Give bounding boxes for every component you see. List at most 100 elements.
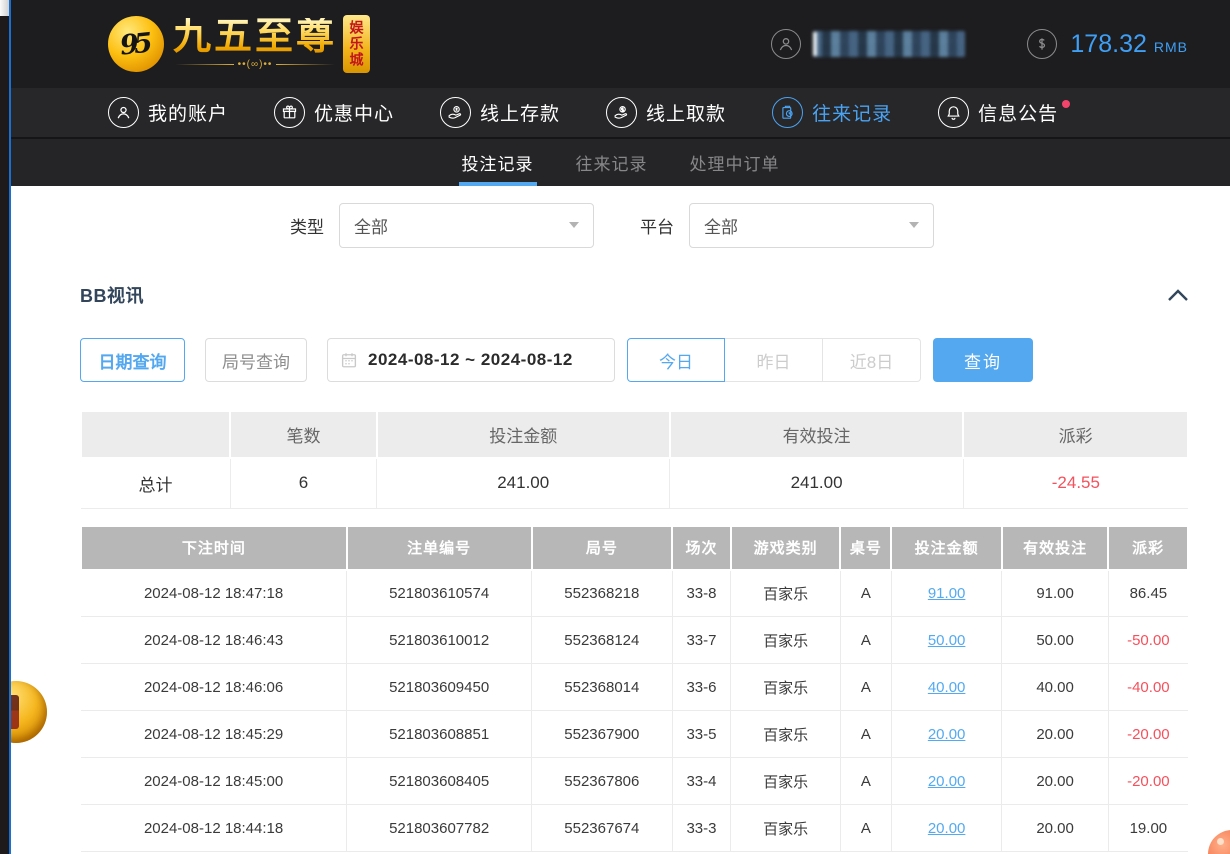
summary-total-row: 总计6241.00241.00-24.55 [81,458,1188,508]
round-query-button[interactable]: 局号查询 [205,338,307,382]
summary-header-cell: 派彩 [963,412,1188,458]
bet-amount-link[interactable]: 20.00 [891,758,1002,805]
table-cell: 552368218 [532,570,673,617]
records-icon [772,97,803,128]
balance[interactable]: 178.32 RMB [1027,29,1188,59]
table-cell: 33-7 [672,617,731,664]
table-cell: A [840,805,891,852]
table-cell: 百家乐 [731,617,841,664]
bell-icon [938,97,969,128]
summary-row-label: 总计 [81,458,230,508]
bet-header-cell: 注单编号 [347,527,532,570]
table-cell: 33-3 [672,805,731,852]
top-header: 95 九五至尊 ••(∞)•• 娱乐城 178.32 RM [11,0,1230,88]
table-row: 2024-08-12 18:45:29521803608851552367900… [81,711,1188,758]
table-cell: 521803608405 [347,758,532,805]
bet-table-body: 2024-08-12 18:47:18521803610574552368218… [81,570,1188,852]
bet-header-cell: 局号 [532,527,673,570]
chevron-up-icon[interactable] [1167,288,1189,302]
tab-bet-records[interactable]: 投注记录 [462,139,534,186]
gift-icon [274,97,305,128]
tab-transaction-records[interactable]: 往来记录 [576,139,648,186]
bet-header-cell: 下注时间 [81,527,347,570]
table-cell: 50.00 [1002,617,1108,664]
table-cell: 521803610574 [347,570,532,617]
table-cell: 百家乐 [731,570,841,617]
table-cell: 2024-08-12 18:44:18 [81,805,347,852]
caret-down-icon [569,222,579,228]
table-cell: 20.00 [1002,805,1108,852]
balance-amount: 178.32 [1070,30,1146,59]
quick-today-button[interactable]: 今日 [627,338,725,382]
table-cell: -40.00 [1108,664,1188,711]
table-cell: 百家乐 [731,664,841,711]
logo-monogram-icon: 95 [108,16,164,72]
tab-pending-orders[interactable]: 处理中订单 [690,139,780,186]
table-cell: -50.00 [1108,617,1188,664]
platform-select[interactable]: 全部 [689,203,934,248]
date-range-input[interactable]: 2024-08-12 ~ 2024-08-12 [327,338,615,382]
table-cell: 552368014 [532,664,673,711]
table-row: 2024-08-12 18:44:18521803607782552367674… [81,805,1188,852]
section-header: BB视讯 [11,282,1230,308]
table-cell: 2024-08-12 18:46:43 [81,617,347,664]
caret-down-icon [909,222,919,228]
table-cell: 2024-08-12 18:45:29 [81,711,347,758]
quick-date-group: 今日 昨日 近8日 [627,338,921,382]
nav-item-my-account[interactable]: 我的账户 [108,97,228,128]
table-cell: A [840,617,891,664]
bet-amount-link[interactable]: 20.00 [891,805,1002,852]
user-icon [108,97,139,128]
table-cell: 2024-08-12 18:46:06 [81,664,347,711]
bet-amount-link[interactable]: 20.00 [891,711,1002,758]
nav-item-deposit[interactable]: 线上存款 [440,97,560,128]
table-cell: A [840,711,891,758]
table-cell: 19.00 [1108,805,1188,852]
table-cell: 33-6 [672,664,731,711]
bet-header-cell: 场次 [672,527,731,570]
bet-header-cell: 有效投注 [1002,527,1108,570]
user-avatar-icon [771,29,801,59]
account-user[interactable] [771,29,965,59]
table-cell: 521803607782 [347,805,532,852]
table-cell: 521803609450 [347,664,532,711]
summary-value-cell: 6 [230,458,376,508]
table-cell: 百家乐 [731,758,841,805]
nav-item-announcements[interactable]: 信息公告 [938,97,1058,128]
bet-header-cell: 派彩 [1108,527,1188,570]
summary-header-cell [81,412,230,458]
bet-amount-link[interactable]: 40.00 [891,664,1002,711]
bet-header-cell: 游戏类别 [731,527,841,570]
bet-amount-link[interactable]: 50.00 [891,617,1002,664]
notification-dot [1062,100,1070,108]
balance-currency: RMB [1154,33,1188,55]
table-cell: -20.00 [1108,758,1188,805]
summary-value-cell: 241.00 [670,458,963,508]
username-redacted [813,31,965,57]
section-title: BB视讯 [80,282,144,308]
table-cell: 20.00 [1002,758,1108,805]
logo-flourish: ••(∞)•• [175,59,335,71]
table-cell: 33-8 [672,570,731,617]
date-query-button[interactable]: 日期查询 [80,338,185,382]
nav-item-withdraw[interactable]: 线上取款 [606,97,726,128]
bet-amount-link[interactable]: 91.00 [891,570,1002,617]
nav-item-promotions[interactable]: 优惠中心 [274,97,394,128]
table-row: 2024-08-12 18:46:06521803609450552368014… [81,664,1188,711]
quick-yesterday-button[interactable]: 昨日 [725,338,823,382]
withdraw-icon [606,97,637,128]
table-cell: 40.00 [1002,664,1108,711]
main-nav: 我的账户 优惠中心 线上存款 线上取款 往来记录 [11,88,1230,137]
table-cell: 552368124 [532,617,673,664]
nav-item-records[interactable]: 往来记录 [772,97,892,128]
quick-last8days-button[interactable]: 近8日 [823,338,921,382]
coin-dollar-icon [1027,29,1057,59]
table-cell: A [840,664,891,711]
summary-value-cell: 241.00 [377,458,670,508]
bet-header-cell: 桌号 [840,527,891,570]
site-logo[interactable]: 95 九五至尊 ••(∞)•• 娱乐城 [108,15,370,73]
date-range-value: 2024-08-12 ~ 2024-08-12 [368,350,573,370]
type-select[interactable]: 全部 [339,203,594,248]
search-button[interactable]: 查询 [933,338,1033,382]
table-cell: 百家乐 [731,711,841,758]
